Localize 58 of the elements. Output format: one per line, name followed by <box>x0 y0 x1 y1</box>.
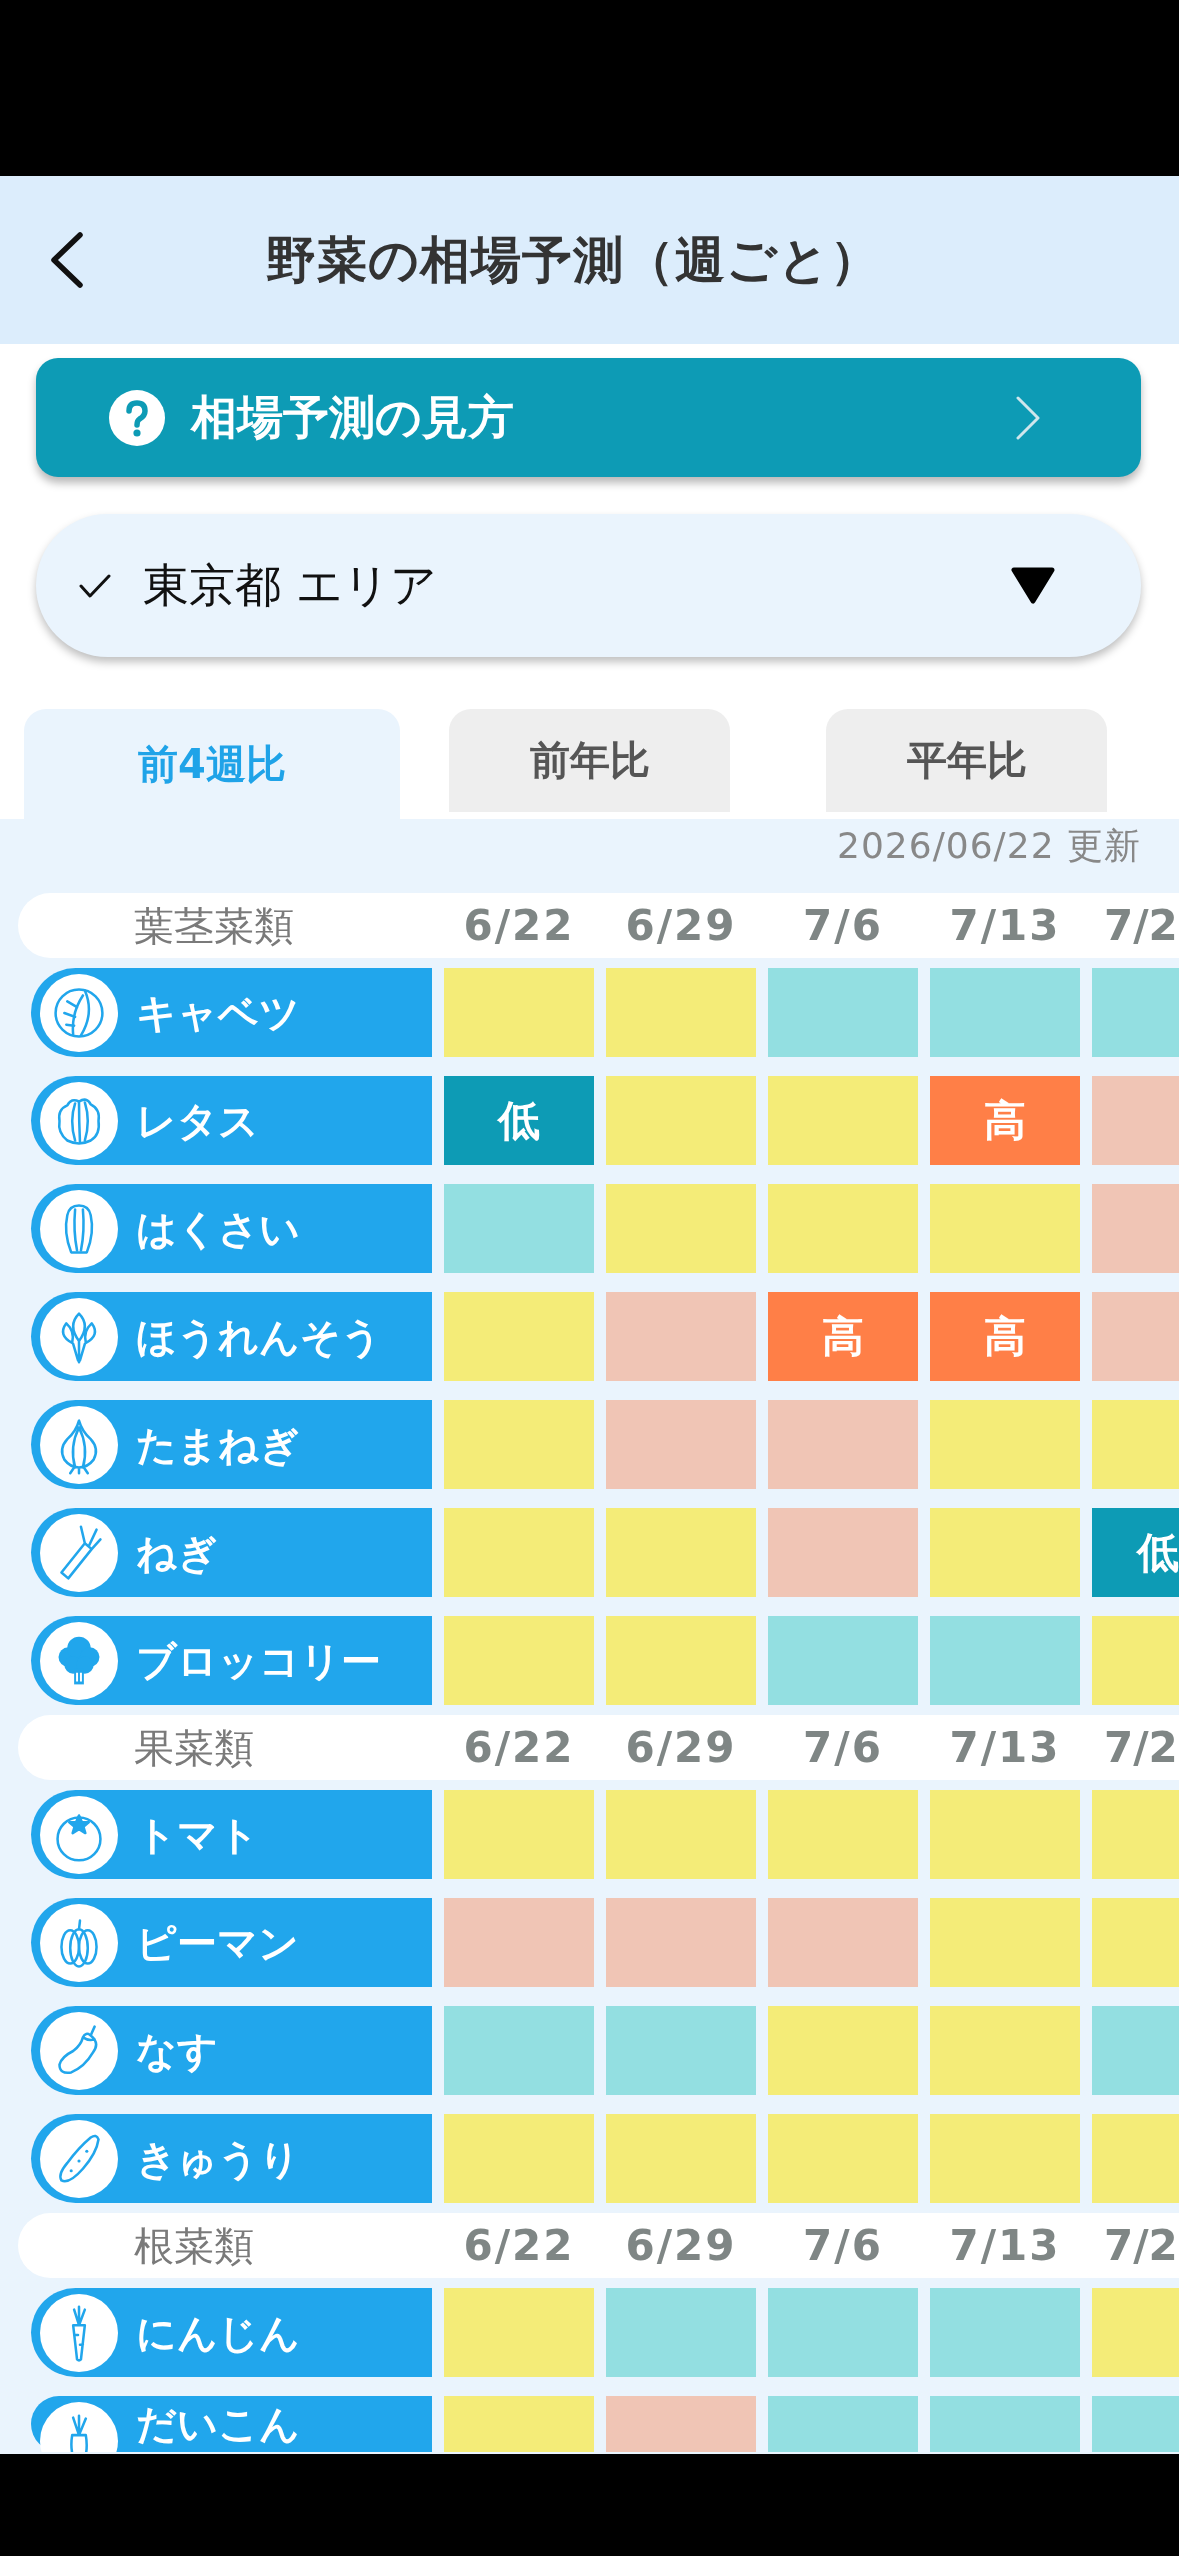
vegetable-name: にんじん <box>136 2308 300 2357</box>
date-label: 7/6 <box>803 901 883 950</box>
chevron-right-icon <box>1015 394 1041 441</box>
broccoli-icon <box>40 1621 118 1700</box>
carrot-icon <box>40 2293 118 2372</box>
tab[interactable]: 平年比 <box>826 709 1107 812</box>
category-label: 根菜類 <box>134 2221 254 2270</box>
category-label: 葉茎菜類 <box>134 901 294 950</box>
tab[interactable]: 前年比 <box>449 709 730 812</box>
spinach-icon <box>40 1297 118 1376</box>
date-label: 7/13 <box>949 1723 1061 1772</box>
date-label: 7/2 <box>1104 901 1178 950</box>
date-label: 6/22 <box>463 901 575 950</box>
vegetable-name: きゅうり <box>136 2134 300 2183</box>
checkmark-icon <box>79 572 111 599</box>
date-label: 7/6 <box>803 2221 883 2270</box>
vegetable-name: なす <box>136 2026 218 2075</box>
area-dropdown[interactable]: 東京都 エリア <box>36 514 1141 657</box>
cabbage-icon <box>40 973 118 1052</box>
lettuce-icon <box>40 1081 118 1160</box>
forecast-cell: 低 <box>444 1076 594 1165</box>
date-label: 7/13 <box>949 2221 1061 2270</box>
vegetable-name: ほうれんそう <box>136 1312 382 1361</box>
date-label: 6/29 <box>625 901 737 950</box>
help-button[interactable]: 相場予測の見方 <box>36 358 1141 477</box>
date-label: 6/22 <box>463 1723 575 1772</box>
date-label: 7/6 <box>803 1723 883 1772</box>
napa-cabbage-icon <box>40 1189 118 1268</box>
screen-title: 野菜の相場予測（週ごと） <box>266 229 881 291</box>
date-label: 7/13 <box>949 901 1061 950</box>
help-icon <box>109 389 165 446</box>
cucumber-icon <box>40 2119 118 2198</box>
date-label: 7/2 <box>1104 2221 1178 2270</box>
forecast-cell: 高 <box>768 1292 918 1381</box>
forecast-cell: 高 <box>930 1292 1080 1381</box>
update-date: 2026/06/22 更新 <box>837 825 1141 866</box>
date-label: 6/22 <box>463 2221 575 2270</box>
vegetable-name: だいこん <box>136 2400 300 2448</box>
forecast-cell: 低 <box>1092 1508 1179 1597</box>
leek-icon <box>40 1513 118 1592</box>
vegetable-name: はくさい <box>136 1204 300 1253</box>
forecast-cell: 高 <box>930 1076 1080 1165</box>
vegetable-name: たまねぎ <box>136 1420 300 1469</box>
date-label: 7/2 <box>1104 1723 1178 1772</box>
onion-icon <box>40 1405 118 1484</box>
date-label: 6/29 <box>625 2221 737 2270</box>
vegetable-name: レタス <box>136 1096 259 1145</box>
category-label: 果菜類 <box>134 1723 254 1772</box>
tomato-icon <box>40 1795 118 1874</box>
vegetable-name: キャベツ <box>136 988 300 1037</box>
date-label: 6/29 <box>625 1723 737 1772</box>
caret-down-icon <box>1011 567 1055 604</box>
eggplant-icon <box>40 2011 118 2090</box>
bell-pepper-icon <box>40 1903 118 1982</box>
vegetable-name: ピーマン <box>136 1918 299 1967</box>
vegetable-name: トマト <box>136 1810 259 1859</box>
vegetable-name: ねぎ <box>136 1528 218 1577</box>
vegetable-name: ブロッコリー <box>136 1636 381 1685</box>
